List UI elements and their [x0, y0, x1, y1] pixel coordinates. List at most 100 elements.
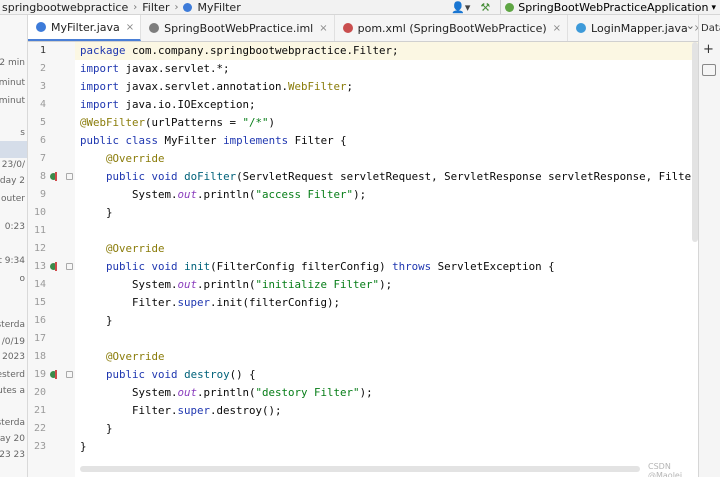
project-item-fragment[interactable]: 23/0/: [2, 160, 25, 170]
editor-tab[interactable]: SpringBootWebPractice.iml ×: [141, 15, 335, 41]
code-line[interactable]: }: [80, 438, 87, 456]
close-icon[interactable]: ×: [126, 22, 134, 33]
code-line[interactable]: import javax.servlet.annotation.WebFilte…: [80, 78, 353, 96]
breadcrumb-project[interactable]: springbootwebpractice: [0, 1, 130, 14]
project-item-fragment[interactable]: outer: [1, 194, 25, 204]
code-line[interactable]: @Override: [80, 240, 165, 258]
code-line[interactable]: @WebFilter(urlPatterns = "/*"): [80, 114, 275, 132]
project-item-fragment[interactable]: day 20: [0, 434, 25, 444]
line-number[interactable]: 3: [28, 81, 46, 92]
spring-boot-icon: [505, 3, 515, 12]
project-item-fragment[interactable]: esterd: [0, 370, 25, 380]
watermark: CSDN @Maolei: [648, 462, 683, 477]
line-number[interactable]: 9: [28, 189, 46, 200]
editor-tab[interactable]: pom.xml (SpringBootWebPractice) ×: [335, 15, 569, 41]
code-line[interactable]: System.out.println("destory Filter");: [80, 384, 373, 402]
project-item-fragment[interactable]: /0/19: [2, 337, 25, 347]
line-number[interactable]: 14: [28, 279, 46, 290]
code-line[interactable]: }: [80, 204, 113, 222]
editor-tab[interactable]: LoginMapper.java×: [568, 15, 698, 41]
database-panel-title[interactable]: Data: [701, 23, 720, 34]
code-line[interactable]: import javax.servlet.*;: [80, 60, 230, 78]
code-line[interactable]: package com.company.springbootwebpractic…: [80, 42, 399, 60]
build-hammer-icon[interactable]: ⚒: [480, 1, 490, 14]
chevron-down-icon: ▾: [711, 2, 716, 13]
user-icon[interactable]: 👤▾: [451, 1, 470, 14]
database-tool-window: Data +: [698, 15, 720, 477]
project-item-fragment[interactable]: 22 min: [0, 58, 25, 68]
code-line[interactable]: public void doFilter(ServletRequest serv…: [80, 168, 698, 186]
line-number[interactable]: 16: [28, 315, 46, 326]
line-number[interactable]: 7: [28, 153, 46, 164]
plus-icon[interactable]: +: [703, 42, 714, 57]
line-number[interactable]: 20: [28, 387, 46, 398]
override-method-icon[interactable]: [50, 172, 59, 181]
tab-label: LoginMapper.java: [591, 21, 688, 35]
fold-toggle-icon[interactable]: [66, 173, 73, 180]
project-item-fragment[interactable]: minut: [0, 96, 25, 106]
close-icon[interactable]: ×: [553, 23, 561, 34]
line-number[interactable]: 23: [28, 441, 46, 452]
horizontal-scrollbar[interactable]: [80, 466, 640, 472]
line-number[interactable]: 17: [28, 333, 46, 344]
code-line[interactable]: }: [80, 420, 113, 438]
override-method-icon[interactable]: [50, 262, 59, 271]
line-number[interactable]: 21: [28, 405, 46, 416]
line-number[interactable]: 19: [28, 369, 46, 380]
line-number[interactable]: 15: [28, 297, 46, 308]
project-item-fragment[interactable]: t 9:34: [0, 256, 25, 266]
fold-toggle-icon[interactable]: [66, 263, 73, 270]
code-line[interactable]: public void destroy() {: [80, 366, 256, 384]
code-line[interactable]: public class MyFilter implements Filter …: [80, 132, 347, 150]
line-number[interactable]: 13: [28, 261, 46, 272]
line-number[interactable]: 1: [28, 45, 46, 56]
code-line[interactable]: @Override: [80, 150, 165, 168]
code-line[interactable]: import java.io.IOException;: [80, 96, 256, 114]
project-item-fragment[interactable]: '23 23: [0, 450, 25, 460]
code-line[interactable]: }: [80, 312, 113, 330]
project-tool-window: 22 min minut minut s 23/0/rday 2 outer 0:23 t 9…: [0, 15, 28, 477]
breadcrumb-class[interactable]: MyFilter: [195, 1, 242, 14]
tab-label: pom.xml (SpringBootWebPractice): [357, 21, 547, 35]
chevron-down-icon[interactable]: ⌄: [686, 19, 695, 32]
line-number[interactable]: 12: [28, 243, 46, 254]
fold-toggle-icon[interactable]: [66, 371, 73, 378]
code-line[interactable]: @Override: [80, 348, 165, 366]
line-number[interactable]: 8: [28, 171, 46, 182]
line-number[interactable]: 5: [28, 117, 46, 128]
line-number[interactable]: 22: [28, 423, 46, 434]
code-line[interactable]: Filter.super.init(filterConfig);: [80, 294, 340, 312]
project-item-fragment[interactable]: o: [19, 274, 25, 284]
line-number[interactable]: 6: [28, 135, 46, 146]
tab-label: SpringBootWebPractice.iml: [164, 21, 314, 35]
line-number[interactable]: 10: [28, 207, 46, 218]
code-line[interactable]: System.out.println("access Filter");: [80, 186, 366, 204]
file-type-icon: [342, 23, 353, 33]
code-line[interactable]: System.out.println("initialize Filter");: [80, 276, 392, 294]
close-icon[interactable]: ×: [319, 23, 327, 34]
line-number[interactable]: 18: [28, 351, 46, 362]
console-icon[interactable]: [702, 64, 716, 76]
run-configuration-selector[interactable]: SpringBootWebPracticeApplication ▾: [500, 0, 720, 14]
project-item-fragment[interactable]: minut: [0, 78, 25, 88]
project-item-fragment[interactable]: esterda: [0, 320, 25, 330]
project-item-fragment[interactable]: esterda: [0, 418, 25, 428]
project-item-fragment[interactable]: 5 2023: [0, 352, 25, 362]
tab-label: MyFilter.java: [51, 20, 120, 34]
breadcrumb-package[interactable]: Filter: [140, 1, 171, 14]
line-number[interactable]: 2: [28, 63, 46, 74]
project-item-fragment[interactable]: 0:23: [5, 222, 25, 232]
override-method-icon[interactable]: [50, 370, 59, 379]
line-number[interactable]: 11: [28, 225, 46, 236]
code-line[interactable]: public void init(FilterConfig filterConf…: [80, 258, 555, 276]
file-type-icon: [36, 22, 46, 32]
code-editor[interactable]: 1 2 3 4 5 6 7 8 9 10 11 12 13 14 15 16 17 18 19 20 21 22 23 pa…: [28, 42, 698, 477]
editor-tab[interactable]: MyFilter.java ×: [28, 15, 142, 41]
project-item-fragment[interactable]: rday 2: [0, 176, 25, 186]
chevron-right-icon: ›: [174, 1, 179, 13]
line-number[interactable]: 4: [28, 99, 46, 110]
project-item-fragment[interactable]: s: [20, 128, 25, 138]
override-arrow-icon: [55, 262, 57, 271]
code-line[interactable]: Filter.super.destroy();: [80, 402, 282, 420]
project-item-fragment[interactable]: nutes a: [0, 386, 25, 396]
